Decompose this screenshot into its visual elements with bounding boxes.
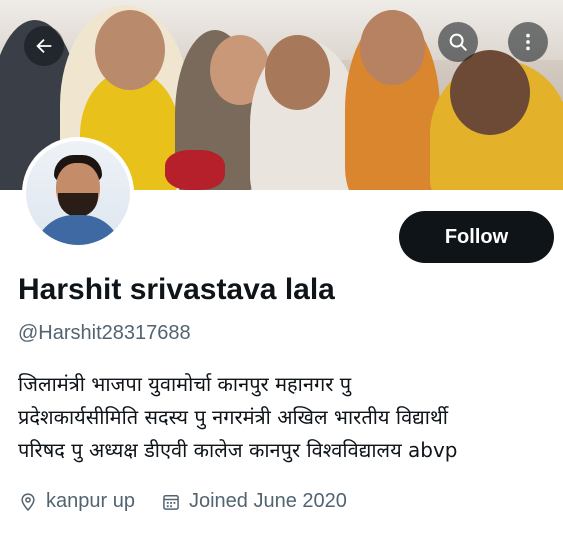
avatar-beard <box>58 193 98 217</box>
profile-bio: जिलामंत्री भाजपा युवामोर्चा कानपुर महानग… <box>18 368 548 467</box>
banner-figure <box>165 150 225 190</box>
follow-button[interactable]: Follow <box>399 211 554 263</box>
joined-item: Joined June 2020 <box>161 490 347 513</box>
location-pin-icon <box>21 492 35 511</box>
location-item: kanpur up <box>18 490 135 513</box>
back-button[interactable] <box>24 26 64 66</box>
banner-figure <box>450 50 530 135</box>
display-name: Harshit srivastava lala <box>18 273 335 306</box>
arrow-left-icon <box>36 38 52 54</box>
more-icon <box>526 33 530 51</box>
location-text: kanpur up <box>46 490 135 512</box>
banner-figure <box>360 10 425 85</box>
joined-text: Joined June 2020 <box>188 490 347 512</box>
bio-line: जिलामंत्री भाजपा युवामोर्चा कानपुर महानग… <box>18 372 352 396</box>
profile-meta: kanpur up Joined June 2020 <box>18 490 373 513</box>
user-handle: @Harshit28317688 <box>18 322 191 344</box>
avatar[interactable] <box>22 137 134 249</box>
avatar-shirt <box>34 215 122 245</box>
banner-figure <box>95 10 165 90</box>
search-button[interactable] <box>438 22 478 62</box>
more-button[interactable] <box>508 22 548 62</box>
bio-line: प्रदेशकार्यसीमिति सदस्य पु नगरमंत्री अखि… <box>18 405 448 429</box>
search-icon <box>449 33 467 51</box>
avatar-image <box>26 141 130 245</box>
bio-line: परिषद पु अध्यक्ष डीएवी कालेज कानपुर विश्… <box>18 438 458 462</box>
calendar-icon <box>163 494 179 510</box>
banner-figure <box>265 35 330 110</box>
